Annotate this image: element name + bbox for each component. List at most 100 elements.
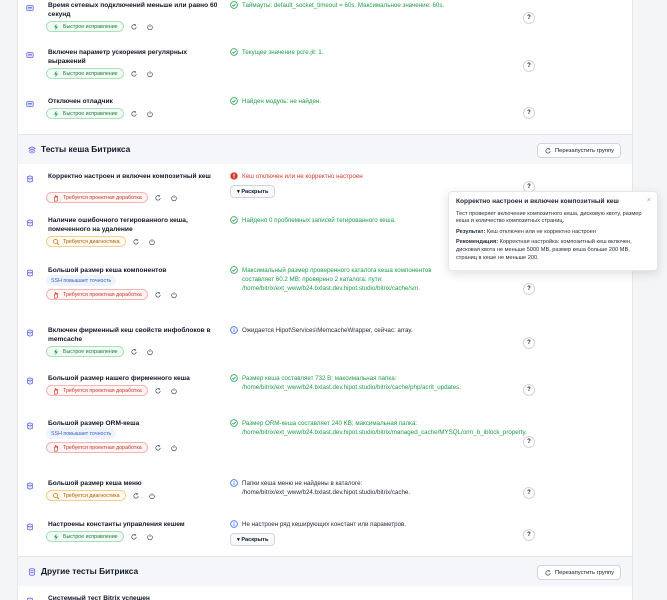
fix-type-label: Требуется проектная доработка bbox=[63, 291, 142, 298]
rerun-test-button[interactable] bbox=[129, 346, 140, 357]
help-button[interactable]: ? bbox=[523, 384, 535, 396]
precision-label: SSH повышает точность bbox=[51, 430, 112, 437]
test-row: Включен фирменный кеш свойств инфоблоков… bbox=[18, 318, 632, 367]
cache-glyph bbox=[27, 482, 33, 490]
disable-test-button[interactable] bbox=[169, 289, 180, 300]
test-row: Системный тест Bitrix успешен bbox=[18, 586, 632, 600]
cache-icon bbox=[26, 175, 34, 183]
fix-type-badge: Требуется диагностика bbox=[46, 236, 126, 247]
disable-test-button[interactable] bbox=[169, 442, 180, 453]
rerun-test-button[interactable] bbox=[153, 289, 164, 300]
disable-test-button[interactable] bbox=[145, 68, 156, 79]
fix-type-badge: Быстрое исправление bbox=[46, 21, 124, 32]
help-button[interactable]: ? bbox=[523, 436, 535, 448]
disable-test-button[interactable] bbox=[147, 490, 158, 501]
rerun-test-button[interactable] bbox=[129, 108, 140, 119]
check-circle-icon bbox=[230, 266, 238, 274]
fix-type-label: Быстрое исправление bbox=[63, 348, 118, 355]
disable-test-button[interactable] bbox=[145, 531, 156, 542]
test-title: Наличие ошибочного тегированного кеша, п… bbox=[48, 217, 188, 233]
results-panel: Время сетевых подключений меньше или рав… bbox=[17, 0, 633, 600]
help-button[interactable]: ? bbox=[523, 337, 535, 349]
settings-icon bbox=[26, 51, 34, 59]
status-glyph bbox=[230, 374, 238, 382]
lightning-icon bbox=[54, 348, 58, 355]
test-row: Отключен отладчик Быстрое исправление Найд… bbox=[18, 89, 632, 135]
tooltip-recommendation: Рекомендация: Корректная настройка: комп… bbox=[456, 239, 632, 261]
rerun-group-label: Перезапустить группу bbox=[555, 569, 614, 576]
rerun-test-button[interactable] bbox=[153, 442, 164, 453]
group-title: Тесты кеша Битрикса bbox=[41, 144, 131, 154]
rerun-test-button[interactable] bbox=[131, 490, 142, 501]
fix-type-badge: Требуется диагностика bbox=[46, 490, 126, 501]
message-text: Найдено 0 проблемных записей тегированно… bbox=[242, 217, 396, 224]
message-text: Размер ORM-кеша составляет 240 KB; макси… bbox=[242, 420, 527, 436]
test-message: Папки кеша меню не найдены в каталоге: /… bbox=[230, 479, 445, 497]
rerun-test-button[interactable] bbox=[153, 192, 164, 203]
tag-row: Требуется проектная доработка bbox=[46, 289, 180, 300]
settings-icon bbox=[26, 4, 34, 12]
power-icon bbox=[171, 291, 177, 298]
help-button[interactable]: ? bbox=[523, 107, 535, 119]
status-glyph bbox=[230, 520, 238, 528]
test-row: Большой размер кеша меню Требуется диагно… bbox=[18, 471, 632, 513]
help-button[interactable]: ? bbox=[523, 12, 535, 24]
refresh-icon bbox=[131, 110, 137, 117]
precision-row: SSH повышает точность bbox=[46, 428, 117, 439]
expand-button[interactable]: ▾ Раскрыть bbox=[230, 533, 276, 546]
disable-test-button[interactable] bbox=[169, 192, 180, 203]
message-text: Папки кеша меню не найдены в каталоге: /… bbox=[242, 480, 411, 496]
expand-button[interactable]: ▾ Раскрыть bbox=[230, 185, 276, 198]
help-button[interactable]: ? bbox=[523, 60, 535, 72]
rerun-group-label: Перезапустить группу bbox=[555, 147, 614, 154]
error-icon bbox=[230, 172, 238, 180]
check-circle-icon bbox=[230, 374, 238, 382]
lightning-icon bbox=[54, 70, 58, 77]
status-glyph bbox=[230, 326, 238, 334]
rerun-group-button[interactable]: Перезапустить группу bbox=[537, 565, 621, 580]
tooltip-description: Тест проверяет включение композитного ке… bbox=[456, 210, 642, 225]
status-glyph bbox=[230, 216, 238, 224]
refresh-icon bbox=[131, 23, 137, 30]
disable-test-button[interactable] bbox=[147, 236, 158, 247]
status-glyph bbox=[230, 1, 238, 9]
refresh-icon bbox=[133, 492, 139, 499]
tag-row: Требуется проектная доработка bbox=[46, 385, 180, 396]
test-title: Включен фирменный кеш свойств инфоблоков… bbox=[48, 327, 211, 343]
fix-type-badge: Быстрое исправление bbox=[46, 346, 124, 357]
help-button[interactable]: ? bbox=[523, 529, 535, 541]
hand-icon bbox=[54, 387, 58, 395]
rerun-test-button[interactable] bbox=[129, 68, 140, 79]
help-button[interactable]: ? bbox=[523, 487, 535, 499]
test-group-header: Тесты кеша Битрикса Перезапустить группу bbox=[18, 134, 632, 166]
message-text: Найден модуль: не найден. bbox=[242, 98, 322, 105]
disable-test-button[interactable] bbox=[145, 346, 156, 357]
test-message: Размер ORM-кеша составляет 240 KB; макси… bbox=[230, 419, 527, 437]
rerun-test-button[interactable] bbox=[153, 385, 164, 396]
tag-row: Быстрое исправление bbox=[46, 21, 156, 32]
disable-test-button[interactable] bbox=[169, 385, 180, 396]
test-row: Включен параметр ускорения регулярных вы… bbox=[18, 40, 632, 90]
test-row: Настроены константы управления кешем Быст… bbox=[18, 512, 632, 557]
rerun-group-button[interactable]: Перезапустить группу bbox=[537, 143, 621, 158]
test-message: Найден модуль: не найден. bbox=[230, 97, 445, 106]
power-icon bbox=[149, 238, 155, 245]
disable-test-button[interactable] bbox=[145, 21, 156, 32]
disable-test-button[interactable] bbox=[145, 108, 156, 119]
test-title: Настроены константы управления кешем bbox=[48, 521, 185, 528]
refresh-icon bbox=[155, 194, 161, 201]
rerun-test-button[interactable] bbox=[131, 236, 142, 247]
rerun-test-button[interactable] bbox=[129, 531, 140, 542]
check-circle-icon bbox=[230, 1, 238, 9]
refresh-icon bbox=[131, 70, 137, 77]
power-icon bbox=[147, 70, 153, 77]
settings-icon bbox=[26, 100, 34, 108]
close-icon[interactable]: × bbox=[647, 197, 651, 205]
help-button[interactable]: ? bbox=[523, 283, 535, 295]
precision-badge: SSH повышает точность bbox=[46, 275, 117, 286]
expand-label: ▾ Раскрыть bbox=[237, 188, 269, 195]
fix-type-label: Требуется проектная доработка bbox=[63, 387, 142, 394]
rerun-test-button[interactable] bbox=[129, 21, 140, 32]
power-icon bbox=[149, 492, 155, 499]
fix-type-label: Быстрое исправление bbox=[63, 533, 118, 540]
